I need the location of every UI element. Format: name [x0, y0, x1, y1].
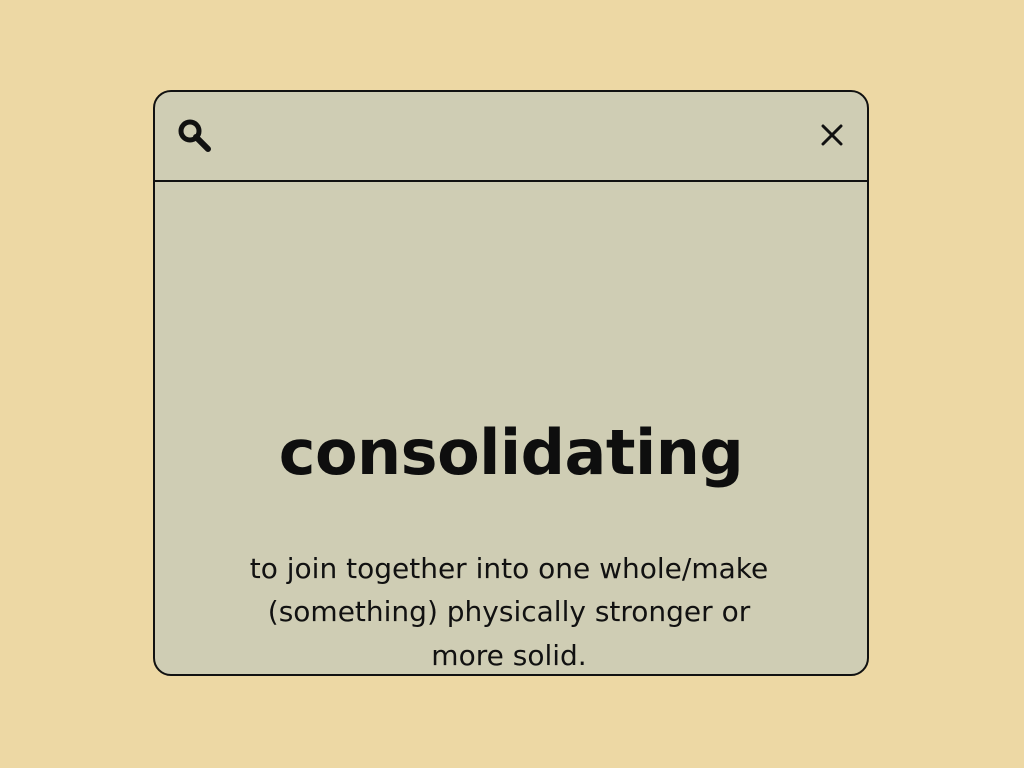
entry-definition: to join together into one whole/make (so… [249, 552, 769, 672]
dictionary-card: consolidating to join together into one … [153, 90, 869, 676]
page-stage: consolidating to join together into one … [0, 0, 1024, 768]
close-icon [821, 124, 843, 146]
entry-word: consolidating [278, 416, 744, 489]
search-button[interactable] [175, 116, 215, 156]
search-icon [178, 119, 211, 152]
definition-panel: consolidating to join together into one … [155, 182, 867, 674]
toolbar [155, 92, 867, 182]
close-button[interactable] [815, 118, 849, 152]
